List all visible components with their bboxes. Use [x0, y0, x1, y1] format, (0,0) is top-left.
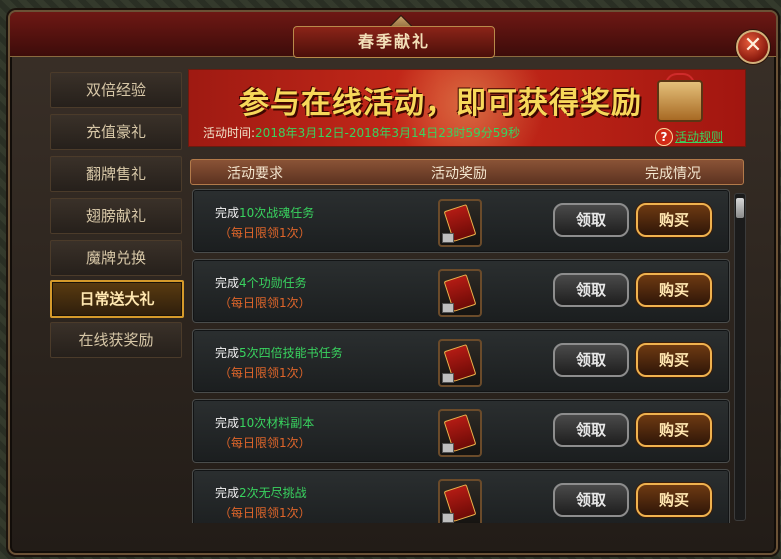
reward-item[interactable]	[438, 199, 482, 247]
buy-button[interactable]: 购买	[636, 483, 712, 517]
reward-item[interactable]	[438, 269, 482, 317]
claim-button[interactable]: 领取	[553, 483, 629, 517]
header-status: 完成情况	[645, 166, 701, 182]
sidebar-item-flip-card[interactable]: 翻牌售礼	[50, 156, 182, 192]
claim-button[interactable]: 领取	[553, 273, 629, 307]
task-list: 完成10次战魂任务 （每日限领1次） 领取 购买 完成4个功勋任务 （每日限领1…	[188, 189, 744, 523]
task-name: 四倍技能书任务	[258, 346, 343, 360]
sidebar-item-recharge[interactable]: 充值豪礼	[50, 114, 182, 150]
claim-button[interactable]: 领取	[553, 413, 629, 447]
table-header: 活动要求 活动奖励 完成情况	[190, 159, 744, 185]
buy-button[interactable]: 购买	[636, 273, 712, 307]
task-count: 10次	[239, 416, 267, 430]
banner-title: 参与在线活动，即可获得奖励	[239, 86, 642, 121]
sidebar-item-wings[interactable]: 翅膀献礼	[50, 198, 182, 234]
event-rules-link[interactable]: 活动规则	[675, 128, 723, 145]
event-banner: 参与在线活动，即可获得奖励 活动时间:2018年3月12日-2018年3月14日…	[188, 69, 746, 147]
buy-button[interactable]: 购买	[636, 203, 712, 237]
window-title: 春季献礼	[293, 26, 495, 58]
task-prefix: 完成	[215, 346, 240, 360]
task-limit: （每日限领1次）	[219, 296, 311, 310]
help-icon[interactable]: ?	[655, 128, 673, 146]
sidebar-item-magic-card[interactable]: 魔牌兑换	[50, 240, 182, 276]
sidebar-item-daily-gift[interactable]: 日常送大礼	[50, 280, 184, 318]
task-limit: （每日限领1次）	[219, 226, 311, 240]
buy-button[interactable]: 购买	[636, 343, 712, 377]
header-requirement: 活动要求	[227, 166, 283, 182]
table-row: 完成10次材料副本 （每日限领1次） 领取 购买	[192, 399, 730, 463]
task-limit: （每日限领1次）	[219, 506, 311, 520]
header-reward: 活动奖励	[431, 166, 487, 182]
claim-button[interactable]: 领取	[553, 203, 629, 237]
task-count: 10次	[239, 206, 267, 220]
task-text: 完成10次材料副本	[215, 414, 314, 431]
event-window: 春季献礼 ✕ 双倍经验 充值豪礼 翻牌售礼 翅膀献礼 魔牌兑换 日常送大礼 在线…	[8, 10, 778, 555]
task-count: 4个	[239, 276, 259, 290]
table-row: 完成5次四倍技能书任务 （每日限领1次） 领取 购买	[192, 329, 730, 393]
task-count: 5次	[239, 346, 259, 360]
event-time-label: 活动时间:	[203, 126, 256, 140]
task-text: 完成10次战魂任务	[215, 204, 314, 221]
lock-icon	[442, 303, 454, 313]
reward-item[interactable]	[438, 409, 482, 457]
task-prefix: 完成	[215, 416, 240, 430]
table-row: 完成4个功勋任务 （每日限领1次） 领取 购买	[192, 259, 730, 323]
task-name: 功勋任务	[258, 276, 307, 290]
lock-icon	[442, 443, 454, 453]
task-name: 材料副本	[266, 416, 315, 430]
sidebar-item-double-exp[interactable]: 双倍经验	[50, 72, 182, 108]
task-limit: （每日限领1次）	[219, 366, 311, 380]
lock-icon	[442, 233, 454, 243]
task-name: 战魂任务	[266, 206, 315, 220]
scrollbar-thumb[interactable]	[736, 198, 744, 218]
close-button[interactable]: ✕	[736, 30, 770, 64]
main-content: 参与在线活动，即可获得奖励 活动时间:2018年3月12日-2018年3月14日…	[188, 69, 746, 529]
task-prefix: 完成	[215, 486, 240, 500]
event-time: 活动时间:2018年3月12日-2018年3月14日23时59分59秒	[203, 124, 520, 141]
sidebar: 双倍经验 充值豪礼 翻牌售礼 翅膀献礼 魔牌兑换 日常送大礼 在线获奖励	[50, 72, 184, 532]
task-prefix: 完成	[215, 276, 240, 290]
sidebar-item-online-reward[interactable]: 在线获奖励	[50, 322, 182, 358]
task-name: 无尽挑战	[258, 486, 307, 500]
claim-button[interactable]: 领取	[553, 343, 629, 377]
table-row: 完成2次无尽挑战 （每日限领1次） 领取 购买	[192, 469, 730, 523]
reward-item[interactable]	[438, 339, 482, 387]
task-prefix: 完成	[215, 206, 240, 220]
task-limit: （每日限领1次）	[219, 436, 311, 450]
lock-icon	[442, 373, 454, 383]
buy-button[interactable]: 购买	[636, 413, 712, 447]
lock-icon	[442, 513, 454, 523]
task-text: 完成2次无尽挑战	[215, 484, 307, 501]
task-text: 完成4个功勋任务	[215, 274, 307, 291]
event-time-value: 2018年3月12日-2018年3月14日23时59分59秒	[255, 126, 521, 140]
task-text: 完成5次四倍技能书任务	[215, 344, 343, 361]
scrollbar[interactable]	[734, 193, 746, 521]
task-count: 2次	[239, 486, 259, 500]
reward-item[interactable]	[438, 479, 482, 523]
window-titlebar: 春季献礼 ✕	[10, 12, 776, 64]
table-row: 完成10次战魂任务 （每日限领1次） 领取 购买	[192, 189, 730, 253]
gift-box-icon	[657, 80, 703, 122]
